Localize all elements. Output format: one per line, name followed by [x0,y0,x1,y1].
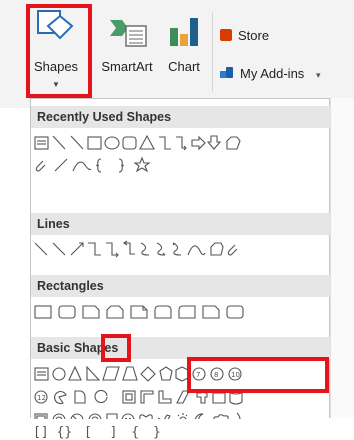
chart-icon [170,18,198,46]
smartart-button[interactable]: SmartArt [92,2,162,98]
addins-icon [220,67,234,79]
smartart-label: SmartArt [101,59,153,74]
gallery-scrollbar[interactable] [330,98,354,418]
highlight-decorative-shapes [187,357,329,393]
highlight-chord-shape [101,334,131,362]
my-addins-button[interactable]: My Add-ins ▾ [220,66,320,81]
smartart-icon [110,20,147,47]
bracket-shapes-row[interactable]: [] {} [ ] { } [33,425,161,440]
highlight-shapes-button [26,4,92,98]
left-brace-shape[interactable]: { [131,425,139,440]
recent-row-2[interactable] [35,156,151,173]
store-icon [220,29,232,41]
right-brace-shape[interactable]: } [153,425,161,440]
bracket-left-shape[interactable]: [ [33,425,41,440]
addins-label: My Add-ins [240,66,305,81]
store-label: Store [238,28,270,43]
svg-text:12: 12 [37,394,46,402]
brace-right-shape[interactable]: } [64,425,72,440]
rectangles-row[interactable] [34,305,244,319]
recent-row-1[interactable] [34,134,241,151]
lines-row[interactable] [34,240,238,258]
ribbon-divider [212,12,213,92]
bracket-right-shape[interactable]: ] [41,425,49,440]
left-bracket-shape[interactable]: [ [84,425,92,440]
brace-left-shape[interactable]: { [56,425,64,440]
chart-button[interactable]: Chart [160,2,208,98]
right-bracket-shape[interactable]: ] [110,425,118,440]
store-button[interactable]: Store [220,28,269,43]
chart-label: Chart [168,59,200,74]
chevron-down-icon: ▾ [315,70,321,80]
basic-shapes-row-3[interactable] [34,412,241,419]
